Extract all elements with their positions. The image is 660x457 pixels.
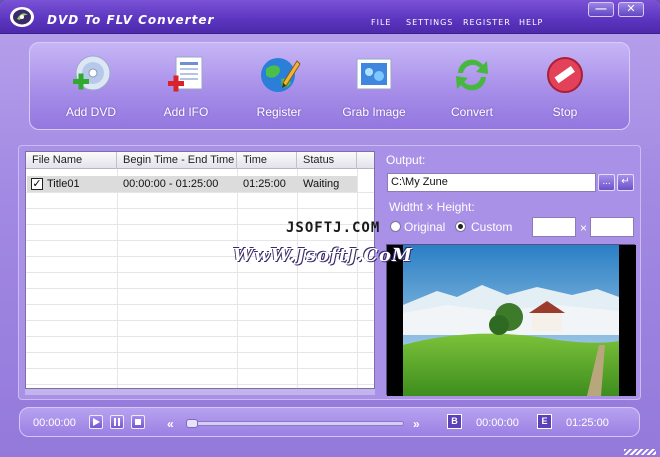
set-end-button[interactable]: E bbox=[537, 414, 552, 429]
custom-radio[interactable] bbox=[455, 221, 466, 232]
add-ifo-button[interactable]: Add IFO bbox=[141, 53, 231, 125]
grid-divider bbox=[26, 272, 374, 273]
size-label: Widtht × Height: bbox=[389, 200, 475, 214]
app-window: DVD To FLV Converter FILE SETTINGS REGIS… bbox=[0, 0, 660, 457]
original-radio[interactable] bbox=[390, 221, 401, 232]
grid-divider bbox=[26, 352, 374, 353]
browse-button[interactable]: ... bbox=[598, 174, 615, 191]
stop-square-icon bbox=[135, 419, 141, 425]
app-logo-icon bbox=[10, 7, 34, 27]
convert-arrows-icon bbox=[456, 59, 488, 91]
begin-time: 00:00:00 bbox=[476, 417, 519, 429]
preview-landscape-image bbox=[387, 245, 636, 396]
register-button[interactable]: Register bbox=[234, 53, 324, 125]
convert-label: Convert bbox=[450, 105, 494, 119]
pause-button[interactable] bbox=[110, 415, 124, 429]
menu-register[interactable]: REGISTER bbox=[463, 18, 511, 27]
current-time: 00:00:00 bbox=[33, 417, 76, 429]
horizontal-scrollbar[interactable] bbox=[25, 389, 375, 395]
column-status[interactable]: Status bbox=[297, 152, 357, 169]
grid-divider bbox=[237, 169, 238, 388]
width-input[interactable] bbox=[532, 217, 576, 237]
grab-image-icon bbox=[356, 58, 392, 90]
add-ifo-label: Add IFO bbox=[163, 105, 209, 119]
original-label: Original bbox=[404, 220, 446, 234]
grid-divider bbox=[26, 208, 374, 209]
register-label: Register bbox=[256, 105, 302, 119]
watermark-logo-text: WwW.JsoftJ.CoM bbox=[233, 245, 413, 266]
close-button[interactable]: ✕ bbox=[618, 2, 644, 17]
cell-file-name: Title01 bbox=[47, 178, 80, 190]
grab-image-label: Grab Image bbox=[342, 105, 406, 119]
grid-divider bbox=[26, 336, 374, 337]
rewind-icon[interactable]: « bbox=[167, 417, 174, 431]
window-title: DVD To FLV Converter bbox=[47, 13, 215, 27]
title-bar[interactable]: DVD To FLV Converter FILE SETTINGS REGIS… bbox=[0, 0, 660, 34]
watermark-text: JSOFTJ.COM bbox=[286, 220, 381, 236]
play-button[interactable] bbox=[89, 415, 103, 429]
column-begin-end-time[interactable]: Begin Time - End Time bbox=[117, 152, 237, 169]
grid-divider bbox=[26, 304, 374, 305]
add-dvd-label: Add DVD bbox=[65, 105, 117, 119]
forward-icon[interactable]: » bbox=[413, 417, 420, 431]
file-table[interactable]: File Name Begin Time - End Time Time Sta… bbox=[25, 151, 375, 389]
output-path-field[interactable]: C:\My Zune bbox=[387, 173, 596, 192]
cell-status: Waiting bbox=[303, 178, 340, 190]
grid-divider bbox=[297, 169, 298, 388]
video-preview bbox=[386, 244, 636, 396]
grid-divider bbox=[357, 169, 358, 388]
open-folder-button[interactable]: ↵ bbox=[617, 174, 634, 191]
size-separator: × bbox=[580, 221, 588, 235]
custom-label: Custom bbox=[471, 220, 513, 234]
seek-handle[interactable] bbox=[186, 419, 198, 428]
column-time[interactable]: Time bbox=[237, 152, 297, 169]
cell-time: 01:25:00 bbox=[243, 178, 286, 190]
grid-divider bbox=[26, 384, 374, 385]
minimize-button[interactable]: — bbox=[588, 2, 614, 17]
stop-playback-button[interactable] bbox=[131, 415, 145, 429]
set-begin-button[interactable]: B bbox=[447, 414, 462, 429]
height-input[interactable] bbox=[590, 217, 634, 237]
cell-range: 00:00:00 - 01:25:00 bbox=[123, 178, 219, 190]
grid-divider bbox=[26, 288, 374, 289]
add-dvd-button[interactable]: Add DVD bbox=[46, 53, 136, 125]
menu-settings[interactable]: SETTINGS bbox=[406, 18, 453, 27]
stop-button[interactable]: Stop bbox=[520, 53, 610, 125]
output-label: Output: bbox=[386, 153, 426, 167]
menu-help[interactable]: HELP bbox=[519, 18, 543, 27]
seek-slider[interactable] bbox=[186, 421, 404, 426]
stop-label: Stop bbox=[552, 105, 578, 119]
menu-file[interactable]: FILE bbox=[371, 18, 391, 27]
player-bar: 00:00:00 « » B 00:00:00 E 01:25:00 bbox=[19, 407, 640, 437]
play-icon bbox=[93, 418, 100, 426]
pause-icon bbox=[114, 418, 120, 426]
add-dvd-icon bbox=[73, 55, 111, 91]
grid-divider bbox=[26, 320, 374, 321]
grid-divider bbox=[117, 169, 118, 388]
main-panel: File Name Begin Time - End Time Time Sta… bbox=[18, 145, 641, 400]
grid-divider bbox=[26, 368, 374, 369]
add-ifo-icon bbox=[168, 56, 203, 92]
grab-image-button[interactable]: Grab Image bbox=[329, 53, 419, 125]
end-time: 01:25:00 bbox=[566, 417, 609, 429]
table-header: File Name Begin Time - End Time Time Sta… bbox=[26, 152, 374, 169]
register-globe-icon bbox=[261, 58, 301, 92]
toolbar: Add DVD Add IFO Register Grab Image Conv… bbox=[29, 42, 630, 130]
stop-icon bbox=[547, 57, 583, 93]
resize-grip[interactable] bbox=[624, 449, 656, 455]
grid-divider bbox=[26, 240, 374, 241]
column-file-name[interactable]: File Name bbox=[26, 152, 117, 169]
convert-button[interactable]: Convert bbox=[427, 53, 517, 125]
grid-divider bbox=[26, 192, 374, 193]
